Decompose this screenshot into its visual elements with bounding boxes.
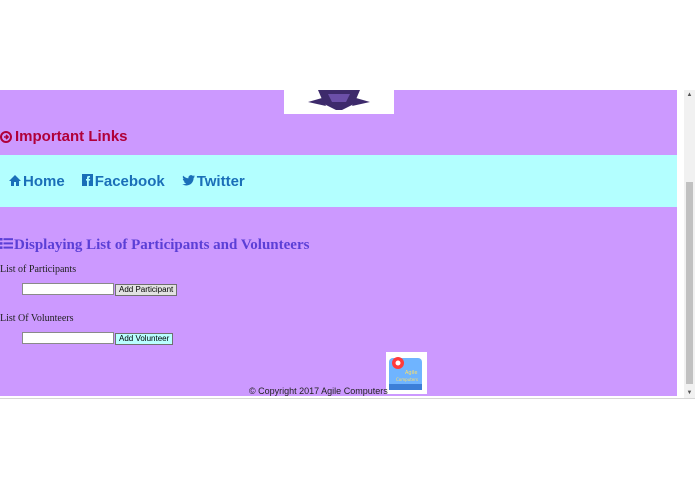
- home-icon: [9, 173, 21, 190]
- nav-link-facebook[interactable]: Facebook: [81, 172, 165, 190]
- list-icon: [0, 237, 13, 254]
- add-participant-button[interactable]: Add Participant: [115, 284, 178, 296]
- section-heading: Displaying List of Participants and Volu…: [0, 237, 309, 254]
- header-logo: [284, 90, 394, 114]
- svg-text:Computers: Computers: [396, 377, 418, 382]
- volunteer-input[interactable]: [22, 332, 114, 344]
- circle-arrow-right-icon: [0, 130, 14, 144]
- page-viewport: Important Links Home Facebook Twitter Di…: [0, 90, 677, 396]
- nav-link-twitter[interactable]: Twitter: [182, 173, 245, 190]
- scrollbar-thumb[interactable]: [686, 182, 693, 384]
- horizontal-scrollbar-track: [0, 398, 695, 399]
- facebook-icon: [81, 173, 93, 190]
- footer-logo: Agile Computers: [386, 352, 427, 394]
- nav-link-home[interactable]: Home: [9, 173, 65, 190]
- twitter-icon: [182, 173, 195, 190]
- vertical-scrollbar[interactable]: ▲ ▼: [684, 90, 695, 398]
- svg-text:Agile: Agile: [405, 370, 417, 376]
- section-title: Displaying List of Participants and Volu…: [14, 237, 310, 253]
- scroll-up-arrow-icon[interactable]: ▲: [684, 90, 695, 100]
- participants-label: List of Participants: [0, 264, 77, 275]
- nav-label-twitter: Twitter: [196, 172, 245, 190]
- copyright-text: © Copyright 2017 Agile Computers: [249, 386, 388, 396]
- nav-bar: Home Facebook Twitter: [0, 155, 677, 207]
- volunteers-label: List Of Volunteers: [0, 313, 74, 324]
- important-links-heading: Important Links: [0, 128, 128, 145]
- nav-label-home: Home: [23, 172, 65, 190]
- add-volunteer-button[interactable]: Add Volunteer: [115, 333, 174, 345]
- important-links-title: Important Links: [15, 128, 128, 145]
- participant-input[interactable]: [22, 283, 114, 295]
- nav-label-facebook: Facebook: [94, 172, 165, 190]
- scroll-down-arrow-icon[interactable]: ▼: [684, 388, 695, 398]
